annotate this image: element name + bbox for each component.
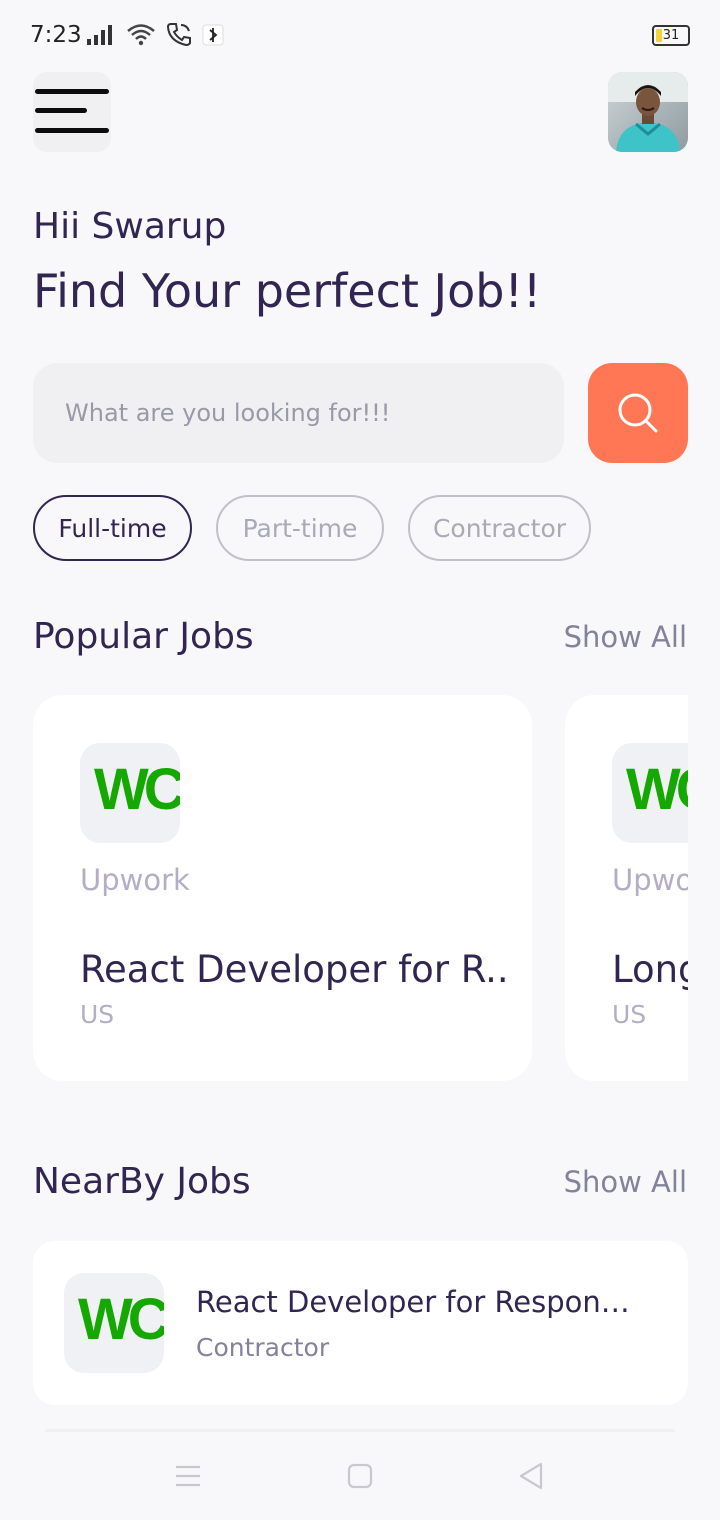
system-nav-bar — [0, 1432, 720, 1520]
menu-button[interactable] — [33, 72, 111, 152]
tab-contractor[interactable]: Contractor — [408, 495, 591, 561]
nav-home-button[interactable] — [332, 1450, 388, 1502]
status-time: 7:23 — [30, 22, 82, 48]
nav-home-icon — [347, 1463, 373, 1489]
job-country: US — [612, 1000, 647, 1029]
popular-show-all-link[interactable]: Show All — [564, 620, 687, 654]
company-logo: WC — [612, 743, 688, 843]
greeting-text: Hii Swarup — [33, 206, 227, 247]
avatar-photo — [608, 72, 688, 152]
profile-avatar[interactable] — [608, 72, 688, 152]
signal-icon — [87, 25, 112, 45]
job-title: React Developer for R.. — [80, 948, 509, 991]
tab-full-time[interactable]: Full-time — [33, 495, 192, 561]
call-icon — [166, 23, 191, 46]
job-country: US — [80, 1000, 115, 1029]
upwork-logo-icon: WC — [626, 757, 688, 822]
page-headline: Find Your perfect Job!! — [33, 264, 542, 318]
nav-back-icon — [519, 1462, 543, 1490]
company-logo: WC — [64, 1273, 164, 1373]
nearby-jobs-title: NearBy Jobs — [33, 1161, 251, 1202]
upwork-logo-icon: WC — [78, 1287, 164, 1352]
battery-indicator: 31 — [652, 25, 690, 46]
nearby-show-all-link[interactable]: Show All — [564, 1165, 687, 1199]
popular-job-card[interactable]: WC Upwo Long US — [565, 695, 688, 1081]
nearby-job-card[interactable]: WC React Developer for Respon… Contracto… — [33, 1241, 688, 1405]
upwork-logo-icon: WC — [94, 757, 180, 822]
notification-icon — [202, 24, 224, 46]
nav-back-button[interactable] — [503, 1450, 559, 1502]
search-input[interactable] — [65, 399, 564, 427]
job-type: Contractor — [196, 1333, 330, 1362]
popular-job-card[interactable]: WC Upwork React Developer for R.. US — [33, 695, 532, 1081]
search-container — [33, 363, 564, 463]
company-name: Upwo — [612, 863, 688, 897]
search-icon — [618, 393, 658, 433]
popular-jobs-carousel[interactable]: WC Upwork React Developer for R.. US WC … — [33, 695, 688, 1083]
job-title: React Developer for Respon… — [196, 1285, 630, 1319]
status-icons — [86, 22, 224, 46]
company-name: Upwork — [80, 863, 190, 897]
company-logo: WC — [80, 743, 180, 843]
wifi-icon — [127, 24, 155, 46]
nav-recents-icon — [176, 1465, 200, 1487]
tab-part-time[interactable]: Part-time — [216, 495, 384, 561]
nav-recents-button[interactable] — [160, 1450, 216, 1502]
job-title: Long — [612, 948, 688, 991]
battery-level: 31 — [662, 28, 680, 43]
search-button[interactable] — [588, 363, 688, 463]
popular-jobs-title: Popular Jobs — [33, 616, 254, 657]
status-bar: 7:23 31 — [0, 0, 720, 72]
